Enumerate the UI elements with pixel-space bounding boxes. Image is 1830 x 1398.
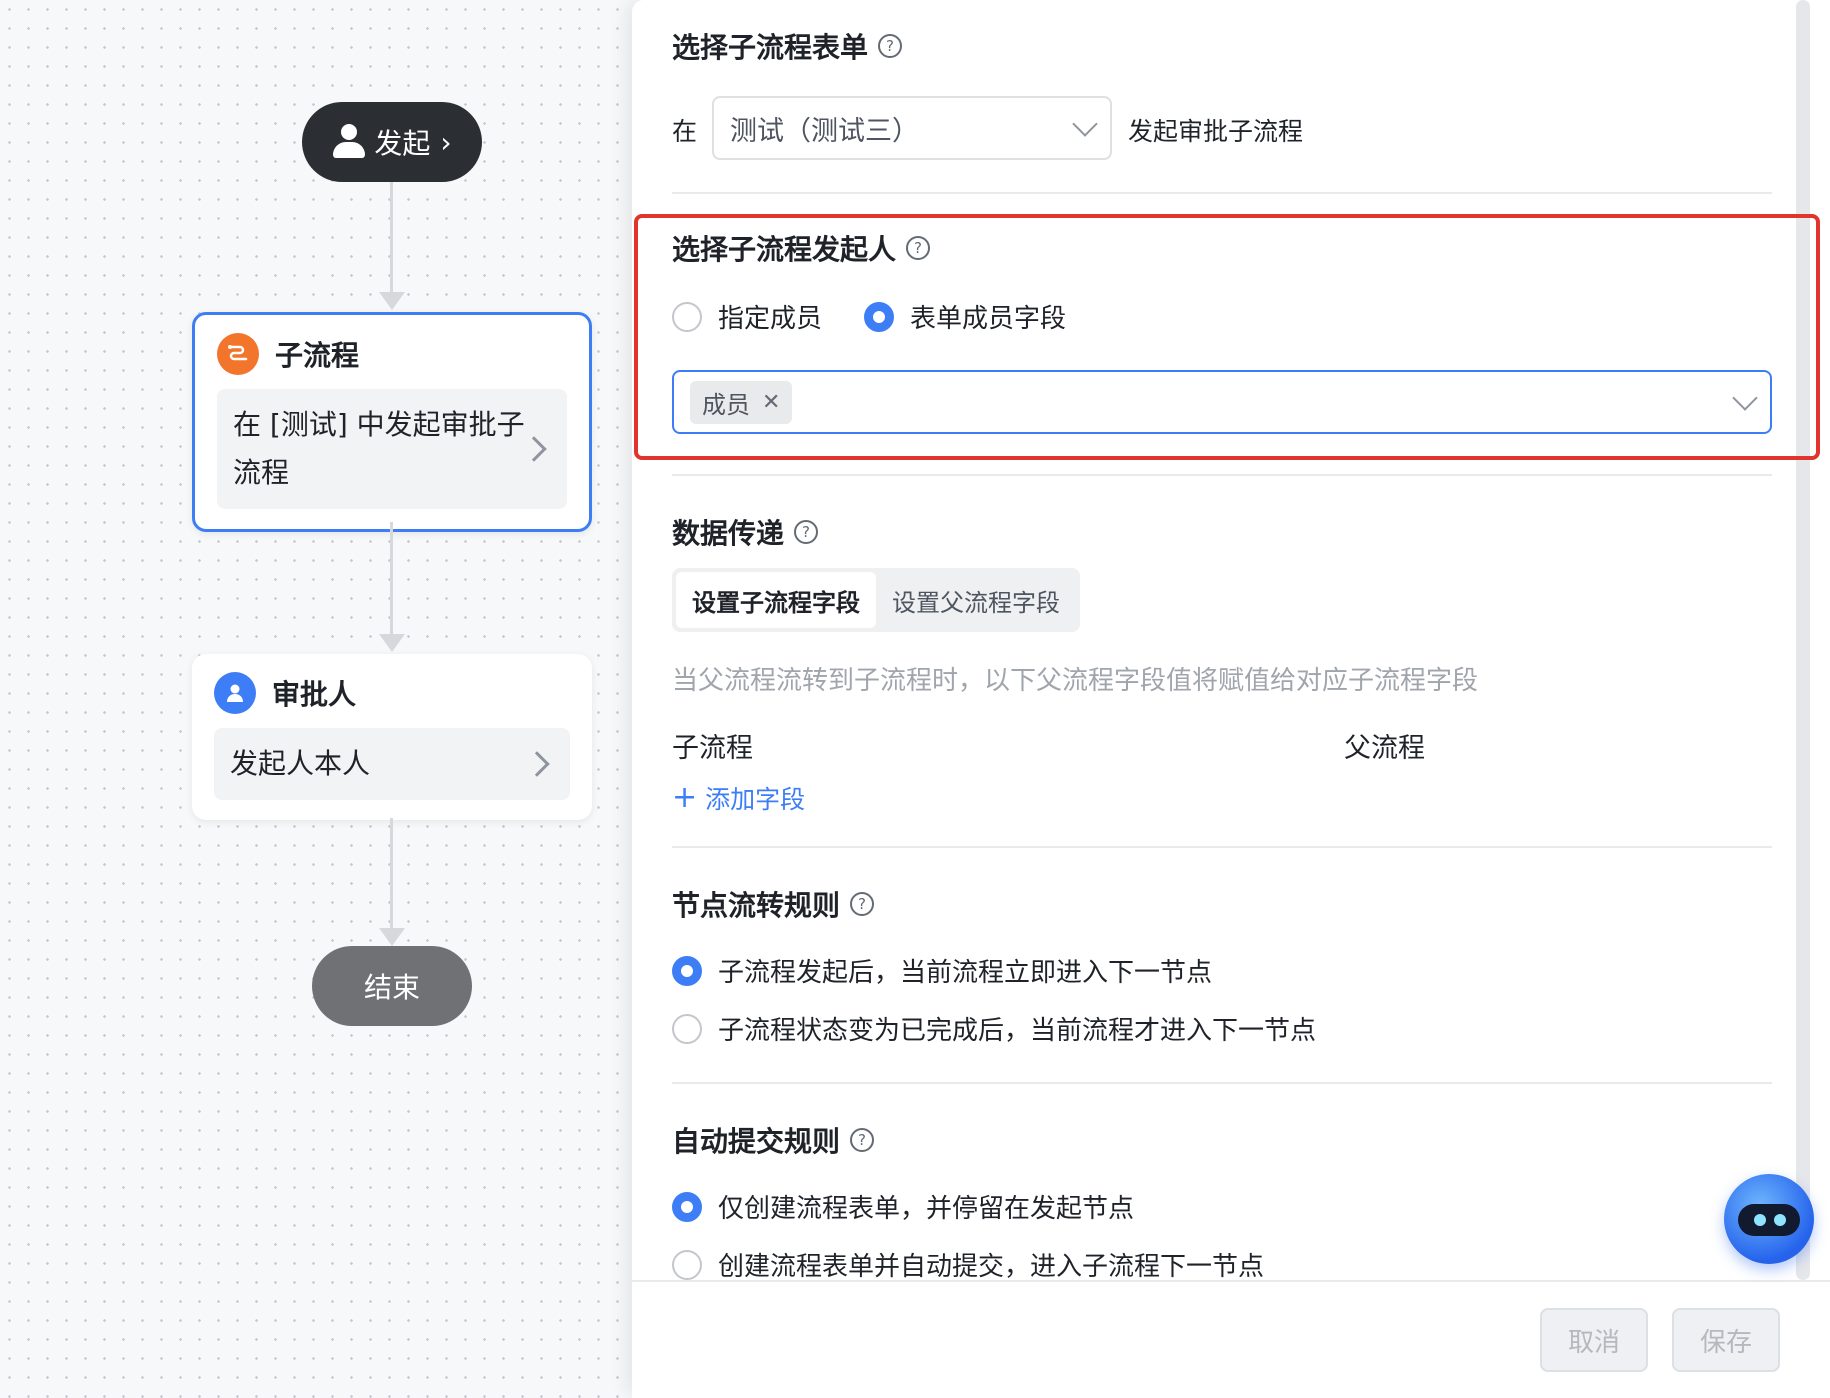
help-icon[interactable]: ? [878,34,903,58]
add-field-label: 添加字段 [705,785,806,814]
bot-visor [1738,1204,1800,1236]
form-select-value: 测试（测试三） [730,115,919,147]
column-parent: 父流程 [1344,733,1425,764]
approver-node-summary[interactable]: 发起人本人 [214,728,570,800]
radio-label: 子流程状态变为已完成后，当前流程才进入下一节点 [718,1016,1317,1046]
add-field-link[interactable]: + 添加字段 [672,780,805,816]
save-button[interactable]: 保存 [1672,1308,1780,1372]
subprocess-node[interactable]: 子流程 在 [测试] 中发起审批子流程 [192,312,592,532]
radio-circle[interactable] [672,1013,702,1044]
start-node[interactable]: 发起 › [302,102,482,182]
approver-icon [214,672,256,714]
radio-circle[interactable] [672,1249,702,1280]
highlight-annotation [634,214,1820,460]
data-section-title: 数据传递 ? [672,512,819,552]
subprocess-node-title: 子流程 [275,339,360,372]
divider [672,846,1772,848]
panel-footer [632,1280,1830,1398]
connector-line [390,182,393,300]
radio-proceed-immediately[interactable]: 子流程发起后，当前流程立即进入下一节点 [672,952,1212,989]
plus-icon: + [672,780,698,815]
subprocess-node-summary[interactable]: 在 [测试] 中发起审批子流程 [217,389,567,509]
approver-node-title: 审批人 [272,678,357,711]
tab-parent-fields[interactable]: 设置父流程字段 [876,572,1076,628]
flow-canvas: 发起 › 子流程 在 [测试] 中发起审批子流程 审批人 发起人本人 结束 [0,0,640,1398]
help-icon[interactable]: ? [850,1128,875,1152]
form-section-title: 选择子流程表单 ? [672,26,903,66]
help-icon[interactable]: ? [850,892,875,916]
subprocess-icon [217,333,259,375]
data-hint: 当父流程流转到子流程时，以下父流程字段值将赋值给对应子流程字段 [672,666,1479,696]
connector-arrow [379,292,405,310]
start-node-label: 发起 [374,127,431,160]
cancel-button[interactable]: 取消 [1540,1308,1648,1372]
end-node: 结束 [312,946,472,1026]
settings-panel: 选择子流程表单 ? 在 测试（测试三） 发起审批子流程 选择子流程发起人 ? 指… [632,0,1830,1398]
radio-circle[interactable] [672,1191,702,1222]
data-tabs: 设置子流程字段 设置父流程字段 [672,568,1080,632]
help-icon[interactable]: ? [794,520,819,544]
connector-line [390,522,393,640]
form-section-title-text: 选择子流程表单 [672,31,869,64]
form-select[interactable]: 测试（测试三） [712,96,1112,160]
divider [672,1082,1772,1084]
connector-arrow [379,928,405,946]
form-prefix: 在 [672,117,698,146]
radio-create-only[interactable]: 仅创建流程表单，并停留在发起节点 [672,1188,1134,1225]
node-rule-section-title: 节点流转规则 ? [672,884,875,924]
bot-eye [1774,1214,1786,1226]
assistant-bot-icon[interactable] [1724,1174,1814,1264]
node-rule-section-title-text: 节点流转规则 [672,889,841,922]
data-section-title-text: 数据传递 [672,517,785,550]
scrollbar[interactable] [1796,0,1810,1280]
chevron-right-icon [524,751,550,777]
approver-node-text: 发起人本人 [230,747,371,780]
subprocess-node-text: 在 [测试] 中发起审批子流程 [233,408,525,489]
column-child: 子流程 [672,733,753,764]
user-icon [332,124,366,160]
radio-label: 子流程发起后，当前流程立即进入下一节点 [718,958,1213,988]
divider [672,474,1772,476]
radio-label: 仅创建流程表单，并停留在发起节点 [718,1194,1135,1224]
chevron-right-icon: › [440,125,452,159]
chevron-down-icon [1072,111,1098,137]
connector-arrow [379,634,405,652]
divider [672,192,1772,194]
tab-child-fields[interactable]: 设置子流程字段 [676,572,876,628]
auto-submit-section-title-text: 自动提交规则 [672,1125,841,1158]
auto-submit-section-title: 自动提交规则 ? [672,1120,875,1160]
approver-node[interactable]: 审批人 发起人本人 [192,654,592,820]
radio-proceed-after-complete[interactable]: 子流程状态变为已完成后，当前流程才进入下一节点 [672,1010,1316,1047]
bot-eye [1754,1214,1766,1226]
connector-line [390,818,393,938]
radio-circle[interactable] [672,955,702,986]
chevron-right-icon [521,436,547,462]
form-suffix: 发起审批子流程 [1128,117,1304,146]
radio-create-and-submit[interactable]: 创建流程表单并自动提交，进入子流程下一节点 [672,1246,1264,1283]
radio-label: 创建流程表单并自动提交，进入子流程下一节点 [718,1252,1265,1282]
